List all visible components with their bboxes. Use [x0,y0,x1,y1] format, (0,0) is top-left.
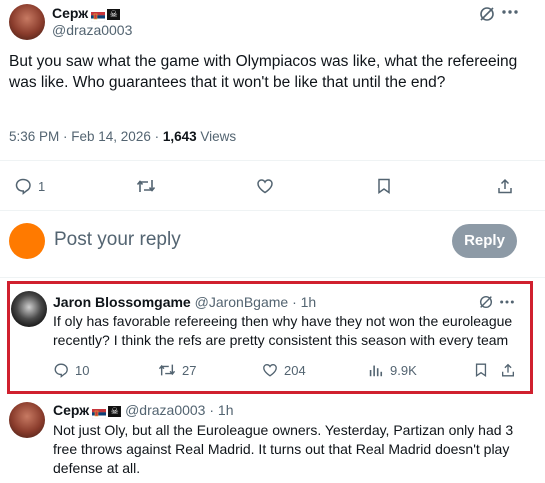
views-count: 1,643 [162,129,197,144]
reply1-views-count: 9.9K [390,362,417,378]
main-handle[interactable]: @draza0003 [52,22,132,38]
reply1-repost-action[interactable]: 27 [158,362,196,378]
main-author-line: Серж ☠ [52,5,121,23]
like-icon [262,362,278,378]
grok-icon[interactable] [478,294,494,310]
skull-flag-icon: ☠ [108,405,122,417]
reply1-views-action[interactable]: 9.9K [368,362,417,378]
reply1-reply-count: 10 [75,362,90,378]
bookmark-icon[interactable] [375,177,393,195]
reply2-author-name[interactable]: Серж [53,402,89,418]
main-tweet-meta: 5:36 PM · Feb 14, 2026 · 1,643 Views [9,129,236,144]
main-author-avatar[interactable] [9,4,45,40]
reply1-author-line: Jaron Blossomgame @JaronBgame · 1h [53,294,316,310]
main-tweet-text: But you saw what the game with Olympiaco… [9,53,518,91]
reply1-like-action[interactable]: 204 [262,362,306,378]
reply1-time[interactable]: · 1h [292,294,316,310]
share-icon[interactable] [496,177,514,195]
divider [0,210,545,211]
bookmark-icon[interactable] [473,362,489,378]
reply-icon [14,177,32,195]
repost-icon[interactable] [136,177,156,195]
reply1-avatar[interactable] [11,291,47,327]
reply-button[interactable]: Reply [452,224,517,258]
reply2-time[interactable]: · 1h [209,402,233,418]
reply1-reply-action[interactable]: 10 [53,362,89,378]
divider [0,160,545,161]
grok-icon[interactable] [478,5,496,23]
divider [0,277,545,278]
share-icon[interactable] [500,362,516,378]
skull-flag-icon: ☠ [107,8,121,20]
reply-icon [53,362,69,378]
reply2-avatar[interactable] [9,402,45,438]
reply-count: 1 [38,178,46,194]
reply-input[interactable]: Post your reply [54,229,181,251]
analytics-icon [368,362,384,378]
reply2-handle[interactable]: @draza0003 [125,402,205,418]
like-icon[interactable] [256,177,274,195]
reply2-text: Not just Oly, but all the Euroleague own… [53,422,514,476]
reply1-author-name[interactable]: Jaron Blossomgame [53,294,191,310]
repost-icon [158,362,176,378]
reply-action[interactable]: 1 [14,177,45,195]
main-tweet-time[interactable]: 5:36 PM · Feb 14, 2026 · [9,129,163,144]
serbia-flag-icon [91,9,106,23]
reply1-handle[interactable]: @JaronBgame [195,294,289,310]
reply1-repost-count: 27 [182,362,197,378]
more-options-icon[interactable] [499,297,515,307]
main-author-name[interactable]: Серж [52,5,88,21]
reply1-text: If oly has favorable refereeing then why… [53,313,513,348]
current-user-avatar[interactable] [9,223,45,259]
reply1-like-count: 204 [284,362,306,378]
serbia-flag-icon [92,406,107,420]
reply2-author-line: Серж ☠ @draza0003 · 1h [53,402,234,420]
views-label: Views [196,129,237,144]
more-options-icon[interactable] [501,7,519,17]
